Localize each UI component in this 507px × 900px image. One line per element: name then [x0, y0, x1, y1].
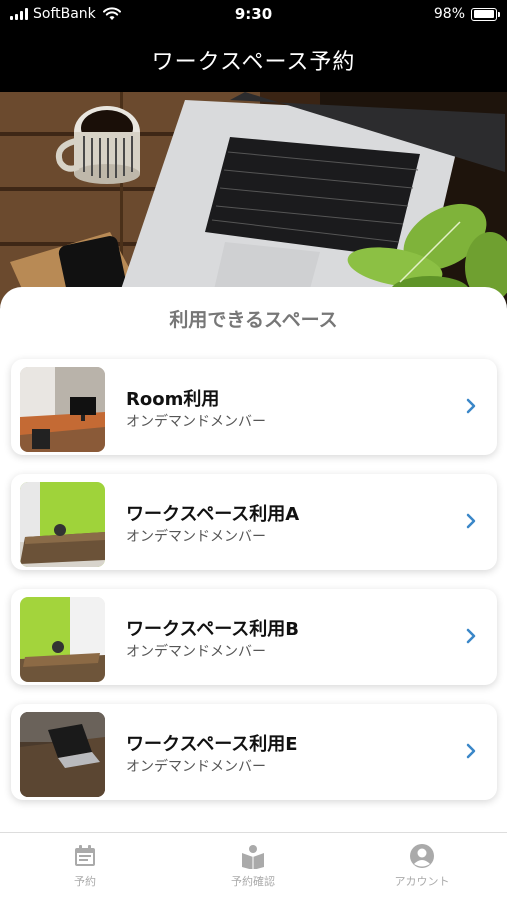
space-card-a[interactable]: ワークスペース利用A オンデマンドメンバー [11, 474, 497, 570]
space-title: ワークスペース利用E [126, 734, 298, 755]
tab-label: 予約確認 [231, 875, 275, 888]
tab-account[interactable]: アカウント [367, 843, 477, 889]
space-thumbnail [20, 367, 105, 452]
account-icon [410, 844, 434, 868]
space-card-b[interactable]: ワークスペース利用B オンデマンドメンバー [11, 589, 497, 685]
space-card-room[interactable]: Room利用 オンデマンドメンバー [11, 359, 497, 455]
book-user-icon [242, 845, 264, 869]
battery-icon [471, 7, 500, 21]
tab-label: 予約 [74, 875, 96, 888]
page-title: ワークスペース予約 [151, 50, 356, 75]
space-title: ワークスペース利用B [126, 619, 300, 640]
tab-label: アカウント [394, 875, 450, 888]
tab-bar: 予約 予約確認 アカウント [0, 832, 507, 900]
spaces-sheet: 利用できるスペース Room利用 オンデマンドメンバー ワークスペース利用A オ… [0, 287, 507, 832]
section-title: 利用できるスペース [169, 309, 338, 331]
space-subtitle: オンデマンドメンバー [126, 644, 266, 660]
chevron-right-icon [466, 743, 476, 759]
tab-reserve[interactable]: 予約 [30, 843, 140, 889]
battery-percent: 98% [433, 6, 465, 22]
tab-reservation-check[interactable]: 予約確認 [198, 843, 308, 889]
status-right: 98% [433, 6, 500, 22]
status-time: 9:30 [234, 5, 273, 23]
space-subtitle: オンデマンドメンバー [126, 414, 266, 430]
chevron-right-icon [466, 398, 476, 414]
space-title: Room利用 [126, 389, 220, 410]
chevron-right-icon [466, 513, 476, 529]
space-thumbnail [20, 597, 105, 682]
space-subtitle: オンデマンドメンバー [126, 759, 266, 775]
space-thumbnail [20, 712, 105, 797]
calendar-icon [75, 845, 95, 866]
status-bar: SoftBank 9:30 98% [0, 0, 507, 28]
chevron-right-icon [466, 628, 476, 644]
hero-image [0, 92, 507, 307]
space-card-e[interactable]: ワークスペース利用E オンデマンドメンバー [11, 704, 497, 800]
space-subtitle: オンデマンドメンバー [126, 529, 266, 545]
space-thumbnail [20, 482, 105, 567]
space-title: ワークスペース利用A [126, 504, 300, 525]
